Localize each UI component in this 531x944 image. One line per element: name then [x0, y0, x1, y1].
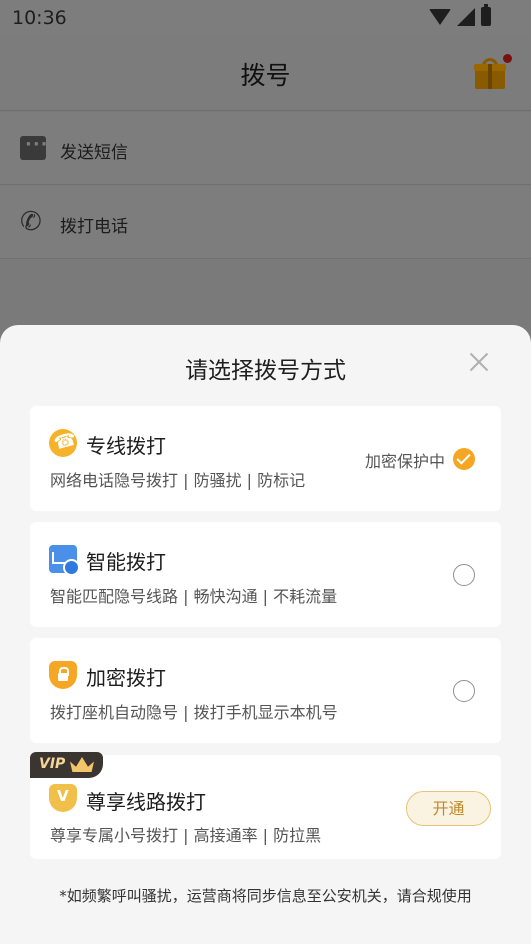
signal-icon	[457, 7, 475, 26]
option-smart-dial[interactable]: 智能拨打 智能匹配隐号线路 | 畅快沟通 | 不耗流量	[30, 522, 501, 627]
option-name: 加密拨打	[86, 666, 166, 690]
selected-check-icon[interactable]	[453, 448, 475, 470]
option-dedicated-line[interactable]: 专线拨打 网络电话隐号拨打 | 防骚扰 | 防标记 加密保护中	[30, 406, 501, 511]
sheet-title: 请选择拨号方式	[185, 358, 346, 384]
status-time: 10:36	[12, 7, 67, 29]
notification-dot	[503, 54, 512, 63]
crown-icon	[70, 757, 94, 772]
option-desc: 网络电话隐号拨打 | 防骚扰 | 防标记	[50, 471, 306, 490]
make-call-label: 拨打电话	[60, 217, 128, 237]
vip-badge: VIP	[30, 752, 103, 778]
option-desc: 智能匹配隐号线路 | 畅快沟通 | 不耗流量	[50, 587, 338, 606]
message-icon	[20, 134, 49, 160]
status-bar: 10:36	[0, 0, 531, 36]
option-name: 专线拨打	[86, 434, 166, 458]
compliance-footnote: *如频繁呼叫骚扰，运营商将同步信息至公安机关，请合规使用	[59, 887, 472, 905]
send-sms-row[interactable]: 发送短信	[0, 112, 531, 185]
phone-icon: ✆	[20, 207, 42, 237]
status-icons	[429, 4, 491, 26]
send-sms-label: 发送短信	[60, 143, 128, 163]
option-radio[interactable]	[453, 680, 475, 702]
dial-action-list: 发送短信 ✆ 拨打电话	[0, 112, 531, 260]
battery-icon	[481, 4, 491, 26]
option-name: 智能拨打	[86, 550, 166, 574]
option-encrypted-dial[interactable]: 加密拨打 拨打座机自动隐号 | 拨打手机显示本机号	[30, 638, 501, 743]
option-desc: 尊享专属小号拨打 | 高接通率 | 防拉黑	[50, 826, 322, 845]
dial-method-sheet: 请选择拨号方式 专线拨打 网络电话隐号拨打 | 防骚扰 | 防标记 加密保护中 …	[0, 325, 531, 944]
mouse-cursor	[290, 485, 304, 507]
encryption-status: 加密保护中	[364, 452, 445, 471]
wifi-icon	[429, 8, 451, 25]
make-call-row[interactable]: ✆ 拨打电话	[0, 186, 531, 259]
option-premium-line[interactable]: VIP 尊享线路拨打 尊享专属小号拨打 | 高接通率 | 防拉黑 开通	[30, 752, 501, 859]
option-radio[interactable]	[453, 564, 475, 586]
activate-button[interactable]: 开通	[406, 791, 491, 826]
close-icon[interactable]	[467, 350, 491, 374]
lock-shield-icon	[49, 661, 77, 689]
app-bar: 拨号	[0, 36, 531, 111]
phone-icon	[49, 429, 77, 457]
option-desc: 拨打座机自动隐号 | 拨打手机显示本机号	[50, 703, 338, 722]
option-name: 尊享线路拨打	[86, 790, 206, 814]
vip-label: VIP	[39, 756, 66, 772]
smart-dial-icon	[49, 545, 80, 576]
page-title: 拨号	[240, 61, 291, 90]
gift-icon[interactable]	[474, 54, 512, 90]
vip-shield-icon	[49, 784, 77, 812]
